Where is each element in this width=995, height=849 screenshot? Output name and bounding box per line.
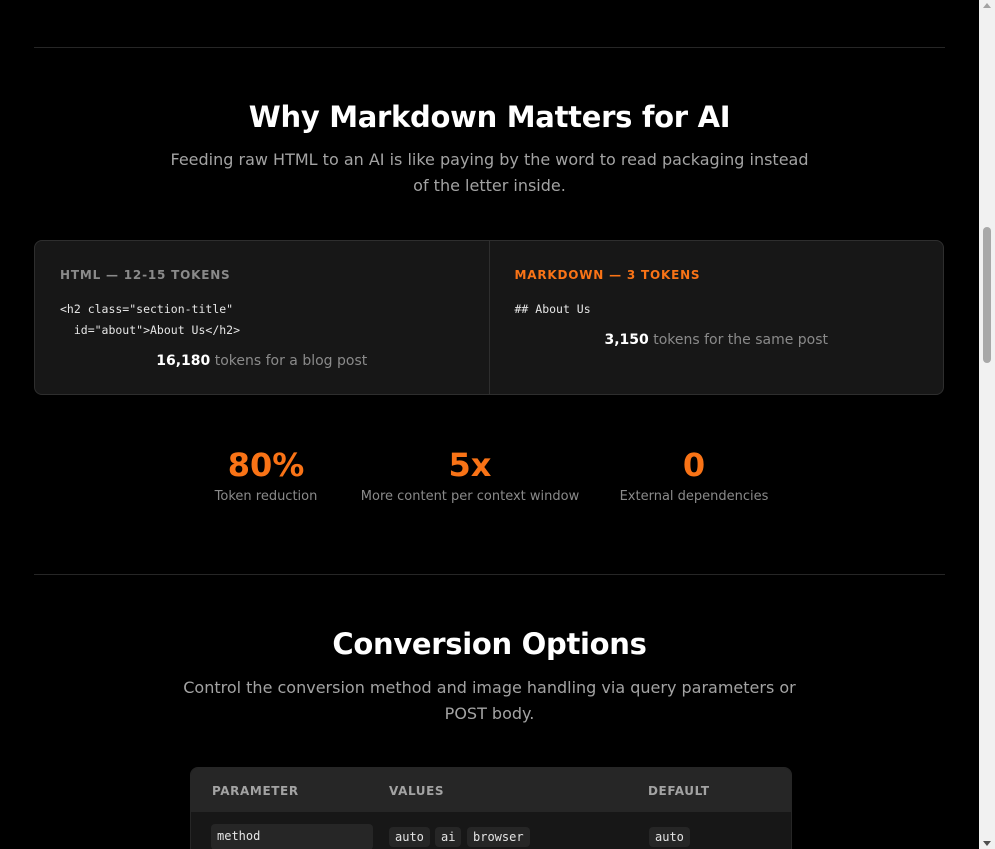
html-code-sample: <h2 class="section-title" id="about">Abo… <box>60 302 241 337</box>
markdown-token-count: 3,150 tokens for the same post <box>604 332 829 348</box>
scroll-down-arrow-icon[interactable] <box>983 841 991 846</box>
top-divider <box>34 47 945 48</box>
header-parameter: PARAMETER <box>212 784 299 798</box>
table-row: method auto ai browser auto <box>191 812 791 849</box>
conversion-options-subtitle: Control the conversion method and image … <box>183 678 796 723</box>
value-chip-ai: ai <box>435 827 462 847</box>
options-table: PARAMETER VALUES DEFAULT method auto ai … <box>190 767 792 849</box>
value-chip-auto: auto <box>389 827 430 847</box>
header-default: DEFAULT <box>648 784 710 798</box>
page: Why Markdown Matters for AI Feeding raw … <box>0 0 979 849</box>
stat-content-per-window: 5x More content per context window <box>360 446 580 504</box>
value-chip-browser: browser <box>467 827 530 847</box>
header-values: VALUES <box>389 784 445 798</box>
table-header: PARAMETER VALUES DEFAULT <box>191 768 791 812</box>
vertical-scrollbar[interactable] <box>979 0 995 849</box>
html-token-label: HTML — 12-15 TOKENS <box>60 268 231 282</box>
stat-external-dependencies: 0 External dependencies <box>619 446 769 504</box>
stats-row: 80% Token reduction 5x More content per … <box>0 446 979 506</box>
conversion-options-title: Conversion Options <box>332 627 647 661</box>
token-comparison-card: HTML — 12-15 TOKENS <h2 class="section-t… <box>34 240 944 395</box>
markdown-token-label: MARKDOWN — 3 TOKENS <box>514 268 701 282</box>
why-markdown-title: Why Markdown Matters for AI <box>248 100 731 134</box>
scrollbar-thumb[interactable] <box>983 227 991 363</box>
default-chip-auto: auto <box>649 827 690 847</box>
stat-token-reduction: 80% Token reduction <box>214 446 318 504</box>
html-column: HTML — 12-15 TOKENS <h2 class="section-t… <box>35 241 489 394</box>
html-token-count: 16,180 tokens for a blog post <box>156 353 368 369</box>
markdown-column: MARKDOWN — 3 TOKENS ## About Us 3,150 to… <box>488 241 944 394</box>
why-markdown-subtitle: Feeding raw HTML to an AI is like paying… <box>170 150 809 195</box>
param-method: method <box>211 824 373 849</box>
markdown-code-sample: ## About Us <box>514 302 591 316</box>
scroll-up-arrow-icon[interactable] <box>983 3 991 8</box>
section-divider <box>34 574 945 575</box>
